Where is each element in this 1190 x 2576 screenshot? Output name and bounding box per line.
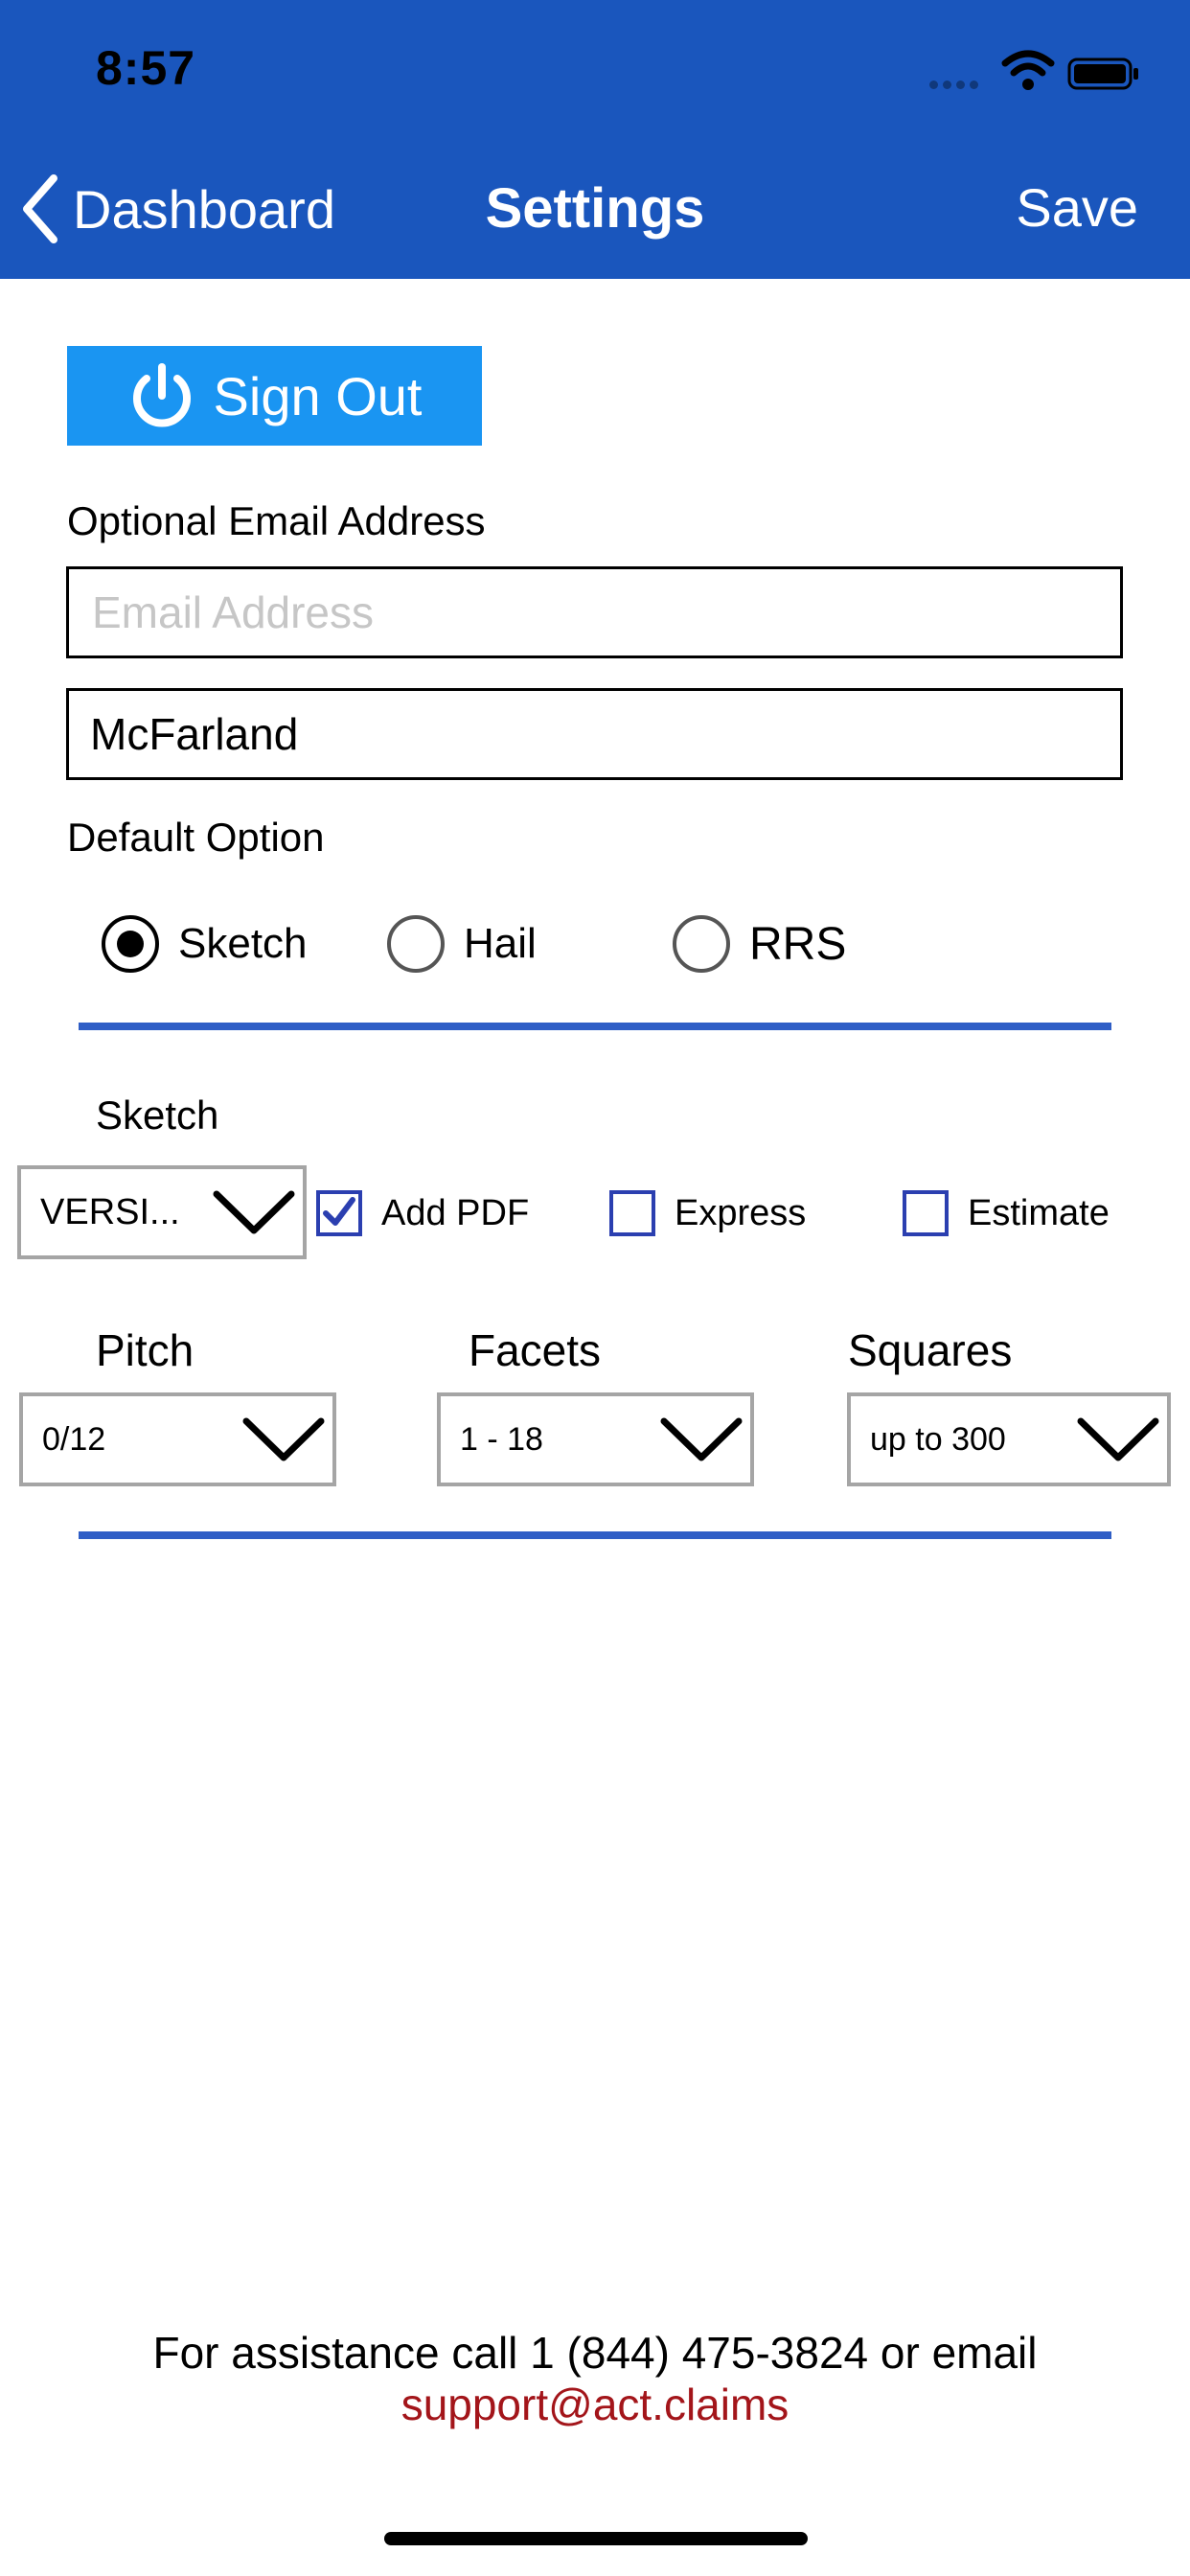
power-icon bbox=[132, 363, 191, 427]
support-email-link[interactable]: support@act.claims bbox=[401, 2380, 790, 2429]
version-dropdown-value: VERSI... bbox=[40, 1191, 180, 1232]
checkbox-express-label: Express bbox=[675, 1192, 807, 1233]
radio-unselected-icon bbox=[387, 915, 445, 973]
section-divider bbox=[79, 1023, 1111, 1030]
radio-hail-label: Hail bbox=[464, 920, 537, 967]
save-button[interactable]: Save bbox=[1016, 176, 1138, 239]
home-indicator[interactable] bbox=[384, 2532, 808, 2545]
sketch-section-label: Sketch bbox=[96, 1092, 219, 1138]
squares-dropdown[interactable]: up to 300 bbox=[847, 1392, 1171, 1486]
pitch-label: Pitch bbox=[96, 1325, 195, 1375]
name-field[interactable]: McFarland bbox=[66, 688, 1123, 780]
sign-out-button[interactable]: Sign Out bbox=[67, 346, 482, 446]
radio-sketch-label: Sketch bbox=[178, 920, 308, 967]
checkbox-checked-icon bbox=[316, 1190, 362, 1236]
chevron-down-icon bbox=[1077, 1417, 1159, 1461]
radio-hail[interactable]: Hail bbox=[387, 910, 537, 978]
checkbox-unchecked-icon bbox=[903, 1190, 949, 1236]
name-field-value: McFarland bbox=[90, 709, 299, 759]
chevron-down-icon bbox=[242, 1417, 325, 1461]
version-dropdown[interactable]: VERSI... bbox=[17, 1165, 307, 1259]
pitch-dropdown[interactable]: 0/12 bbox=[19, 1392, 336, 1486]
checkbox-add-pdf-label: Add PDF bbox=[381, 1192, 530, 1233]
assistance-text: For assistance call 1 (844) 475-3824 or … bbox=[152, 2328, 1038, 2378]
radio-sketch[interactable]: Sketch bbox=[102, 910, 308, 978]
default-option-label: Default Option bbox=[67, 815, 325, 860]
page-title: Settings bbox=[485, 177, 705, 240]
checkbox-add-pdf[interactable]: Add PDF bbox=[316, 1186, 529, 1240]
wifi-icon bbox=[1001, 50, 1055, 90]
checkbox-estimate[interactable]: Estimate bbox=[903, 1186, 1110, 1240]
squares-dropdown-value: up to 300 bbox=[870, 1420, 1006, 1458]
email-field[interactable] bbox=[66, 566, 1123, 658]
battery-icon bbox=[1067, 58, 1138, 90]
chevron-down-icon bbox=[213, 1190, 295, 1234]
support-email-link-row: support@act.claims bbox=[0, 2379, 1190, 2430]
pitch-dropdown-value: 0/12 bbox=[42, 1420, 106, 1458]
status-time: 8:57 bbox=[96, 41, 196, 95]
facets-dropdown[interactable]: 1 - 18 bbox=[437, 1392, 754, 1486]
email-input[interactable] bbox=[90, 586, 1090, 639]
sign-out-label: Sign Out bbox=[213, 365, 423, 426]
radio-rrs-label: RRS bbox=[749, 918, 847, 970]
radio-unselected-icon bbox=[673, 915, 730, 973]
signal-dots-icon bbox=[929, 77, 987, 89]
section-divider bbox=[79, 1531, 1111, 1539]
radio-selected-icon bbox=[102, 915, 159, 973]
squares-label: Squares bbox=[848, 1325, 1013, 1375]
email-section-label: Optional Email Address bbox=[67, 498, 486, 543]
checkbox-unchecked-icon bbox=[609, 1190, 655, 1236]
checkbox-express[interactable]: Express bbox=[609, 1186, 806, 1240]
checkbox-estimate-label: Estimate bbox=[968, 1192, 1110, 1233]
facets-label: Facets bbox=[469, 1325, 602, 1375]
facets-dropdown-value: 1 - 18 bbox=[460, 1420, 543, 1458]
radio-rrs[interactable]: RRS bbox=[673, 910, 846, 978]
chevron-down-icon bbox=[660, 1417, 743, 1461]
